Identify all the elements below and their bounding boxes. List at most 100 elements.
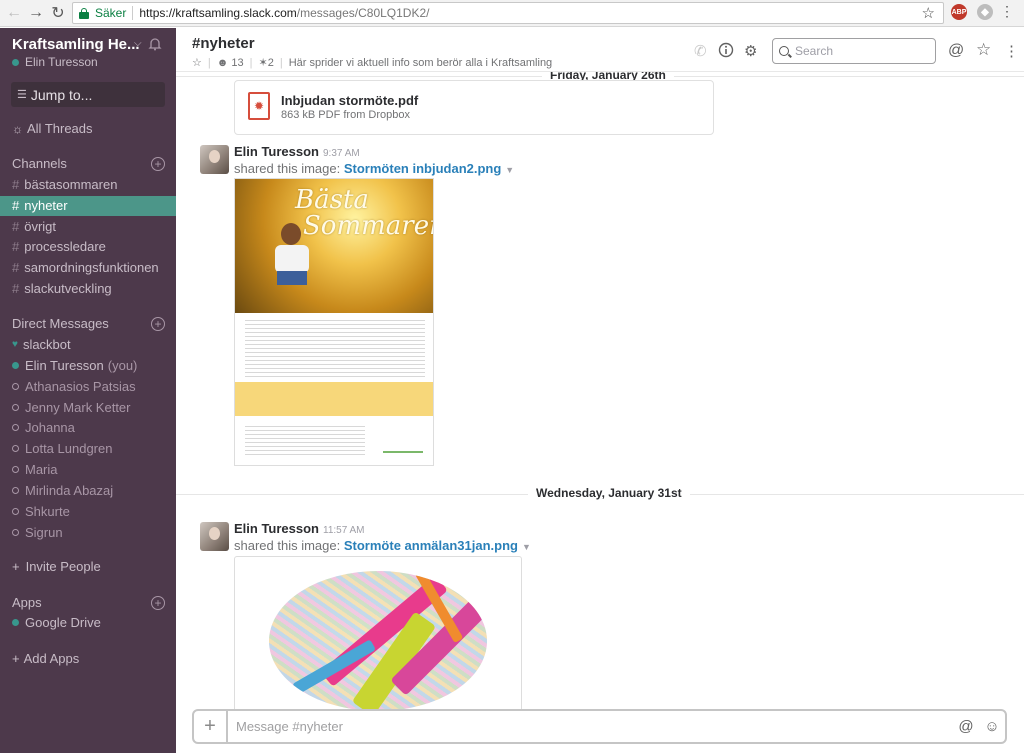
chevron-down-icon[interactable]: ⌵ <box>134 38 142 49</box>
extension-icon[interactable]: ◆ <box>977 4 993 20</box>
more-options-icon[interactable]: ⋮ <box>1004 42 1019 60</box>
dm-item[interactable]: Maria <box>12 462 58 477</box>
jump-icon: ☰ <box>17 89 27 101</box>
threads-icon: ☼ <box>12 121 23 136</box>
dm-item[interactable]: Athanasios Patsias <box>12 379 136 394</box>
avatar[interactable] <box>200 145 229 174</box>
info-icon[interactable] <box>718 42 734 62</box>
channel-header: #nyheter ☆ | ☻ 13 | ✶2 | Här sprider vi … <box>176 28 1024 72</box>
channel-meta: ☆ | ☻ 13 | ✶2 | Här sprider vi aktuell i… <box>192 56 553 70</box>
shared-image-poster[interactable]: Bästa Sommaren <box>234 178 434 466</box>
dm-item[interactable]: Jenny Mark Ketter <box>12 400 131 415</box>
bookmark-star-icon[interactable]: ☆ <box>922 4 935 22</box>
word-cloud <box>269 571 487 709</box>
address-bar[interactable]: Säker https://kraftsamling.slack.com/mes… <box>72 2 944 24</box>
members-count[interactable]: ☻ 13 <box>217 57 244 69</box>
gear-icon[interactable]: ⚙ <box>744 42 757 60</box>
channels-header[interactable]: Channels <box>12 156 67 171</box>
poster-info-band <box>235 382 433 416</box>
add-dm-icon[interactable]: + <box>151 317 165 331</box>
file-meta: 863 kB PDF from Dropbox <box>281 109 410 121</box>
forward-icon[interactable]: → <box>24 1 48 25</box>
current-user[interactable]: Elin Turesson <box>12 55 98 69</box>
poster-photo: Bästa Sommaren <box>235 179 434 313</box>
reload-icon[interactable]: ↻ <box>46 1 70 25</box>
poster-title: Bästa Sommaren <box>295 185 434 241</box>
invite-people-link[interactable]: + Invite People <box>12 559 101 574</box>
dm-item[interactable]: Sigrun <box>12 525 63 540</box>
away-status-icon <box>12 487 19 494</box>
app-item-google-drive[interactable]: Google Drive <box>12 615 101 630</box>
attach-plus-button[interactable]: + <box>194 711 228 742</box>
away-status-icon <box>12 383 19 390</box>
file-attachment[interactable]: ✹ Inbjudan stormöte.pdf 863 kB PDF from … <box>234 80 714 135</box>
secure-label: Säker <box>95 6 127 20</box>
dm-item[interactable]: Lotta Lundgren <box>12 441 112 456</box>
search-icon <box>779 46 789 56</box>
online-status-icon <box>12 362 19 369</box>
dm-item[interactable]: Mirlinda Abazaj <box>12 483 113 498</box>
search-input[interactable]: Search <box>772 38 936 64</box>
jump-to-button[interactable]: ☰ Jump to... <box>11 82 165 107</box>
sidebar-item-samordningsfunktionen[interactable]: # samordningsfunktionen <box>12 260 159 275</box>
url-host: https://kraftsamling.slack.com <box>139 6 297 20</box>
url-path: /messages/C80LQ1DK2/ <box>296 6 430 20</box>
online-status-icon <box>12 58 19 66</box>
channel-topic[interactable]: Här sprider vi aktuell info som berör al… <box>289 57 553 69</box>
dm-item-slackbot[interactable]: ♥ slackbot <box>12 337 71 352</box>
adblock-icon[interactable]: ABP <box>951 4 967 20</box>
message-author[interactable]: Elin Turesson 9:37 AM <box>234 144 360 159</box>
team-name[interactable]: Kraftsamling He... <box>12 36 140 53</box>
sidebar-item-processledare[interactable]: # processledare <box>12 239 106 254</box>
away-status-icon <box>12 529 19 536</box>
direct-messages-header[interactable]: Direct Messages <box>12 316 109 331</box>
browser-menu-icon[interactable]: ⋮ <box>1000 3 1014 20</box>
message-input[interactable]: Message #nyheter <box>236 719 953 734</box>
mentions-icon[interactable]: @ <box>948 42 964 60</box>
message-timestamp[interactable]: 11:57 AM <box>323 525 365 536</box>
channel-title[interactable]: #nyheter <box>192 35 255 52</box>
message-timestamp[interactable]: 9:37 AM <box>323 148 360 159</box>
mention-icon[interactable]: @ <box>953 718 979 735</box>
message-composer[interactable]: + Message #nyheter @ ☺ <box>192 709 1007 744</box>
shared-file-link[interactable]: Stormöten inbjudan2.png <box>344 161 501 176</box>
message-pane: Friday, January 26th ✹ Inbjudan stormöte… <box>176 72 1024 709</box>
pinned-count[interactable]: ✶2 <box>258 56 273 69</box>
away-status-icon <box>12 466 19 473</box>
sidebar-item-ovrigt[interactable]: # övrigt <box>12 219 56 234</box>
starred-items-icon[interactable]: ☆ <box>976 40 991 60</box>
file-name[interactable]: Inbjudan stormöte.pdf <box>281 93 418 108</box>
sidebar-item-nyheter[interactable]: # nyheter <box>0 196 176 216</box>
emoji-icon[interactable]: ☺ <box>979 718 1005 735</box>
bell-icon[interactable] <box>148 37 162 51</box>
dm-item[interactable]: Johanna <box>12 420 75 435</box>
apps-header[interactable]: Apps <box>12 595 42 610</box>
phone-icon[interactable]: ✆ <box>694 42 707 60</box>
logo-icon <box>383 431 423 453</box>
browser-toolbar: ← → ↻ Säker https://kraftsamling.slack.c… <box>0 0 1024 27</box>
sidebar-item-slackutveckling[interactable]: # slackutveckling <box>12 281 112 296</box>
star-icon[interactable]: ☆ <box>192 56 202 69</box>
away-status-icon <box>12 404 19 411</box>
chevron-down-icon[interactable]: ▼ <box>505 165 514 175</box>
add-app-icon[interactable]: + <box>151 596 165 610</box>
all-threads-link[interactable]: ☼ All Threads <box>12 121 93 136</box>
person-icon: ☻ <box>216 56 229 69</box>
shared-image-wordcloud[interactable] <box>234 556 522 709</box>
sidebar: Kraftsamling He... ⌵ Elin Turesson ☰ Jump… <box>0 28 176 753</box>
chevron-down-icon[interactable]: ▼ <box>522 542 531 552</box>
shared-file-link[interactable]: Stormöte anmälan31jan.png <box>344 538 518 553</box>
lock-icon <box>79 7 89 19</box>
dm-item[interactable]: Shkurte <box>12 504 70 519</box>
child-figure <box>271 223 311 299</box>
sidebar-item-bastasommaren[interactable]: # bästasommaren <box>12 177 117 192</box>
message-author[interactable]: Elin Turesson 11:57 AM <box>234 521 365 536</box>
add-apps-link[interactable]: + Add Apps <box>12 651 79 666</box>
plus-icon: + <box>12 651 20 666</box>
share-line: shared this image: Stormöte anmälan31jan… <box>234 538 531 553</box>
share-line: shared this image: Stormöten inbjudan2.p… <box>234 161 515 176</box>
back-icon[interactable]: ← <box>2 1 26 25</box>
dm-item-self[interactable]: Elin Turesson (you) <box>12 358 137 373</box>
add-channel-icon[interactable]: + <box>151 157 165 171</box>
avatar[interactable] <box>200 522 229 551</box>
